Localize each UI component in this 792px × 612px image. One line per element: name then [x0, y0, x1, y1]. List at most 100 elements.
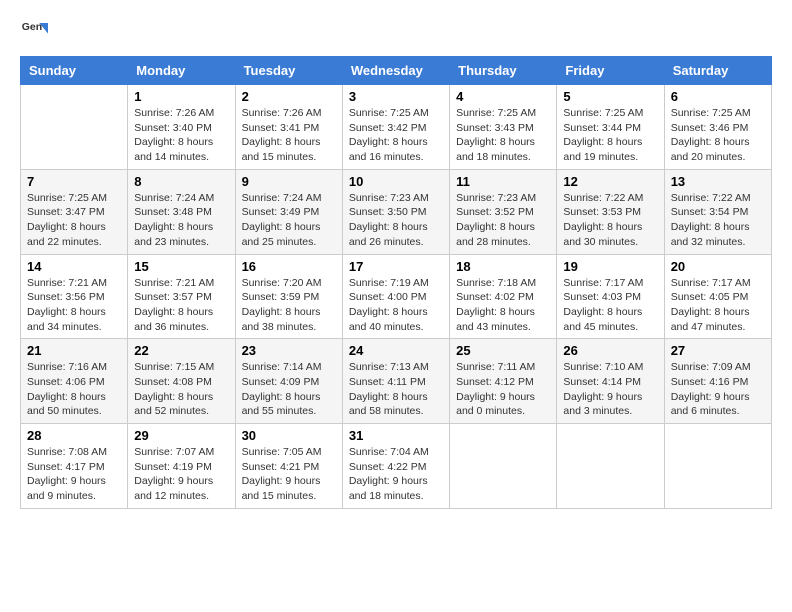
day-info: Sunrise: 7:26 AM Sunset: 3:40 PM Dayligh… [134, 106, 228, 165]
daylight-text: Daylight: 8 hours and 15 minutes. [242, 136, 321, 163]
day-number: 26 [563, 343, 657, 358]
day-number: 28 [27, 428, 121, 443]
calendar-cell: 1 Sunrise: 7:26 AM Sunset: 3:40 PM Dayli… [128, 85, 235, 170]
calendar-cell: 19 Sunrise: 7:17 AM Sunset: 4:03 PM Dayl… [557, 254, 664, 339]
day-info: Sunrise: 7:07 AM Sunset: 4:19 PM Dayligh… [134, 445, 228, 504]
calendar-cell: 8 Sunrise: 7:24 AM Sunset: 3:48 PM Dayli… [128, 169, 235, 254]
day-number: 17 [349, 259, 443, 274]
day-info: Sunrise: 7:17 AM Sunset: 4:05 PM Dayligh… [671, 276, 765, 335]
sunset-text: Sunset: 3:49 PM [242, 206, 320, 218]
calendar-cell: 18 Sunrise: 7:18 AM Sunset: 4:02 PM Dayl… [450, 254, 557, 339]
day-number: 24 [349, 343, 443, 358]
day-number: 8 [134, 174, 228, 189]
day-info: Sunrise: 7:05 AM Sunset: 4:21 PM Dayligh… [242, 445, 336, 504]
day-number: 27 [671, 343, 765, 358]
sunrise-text: Sunrise: 7:15 AM [134, 361, 214, 373]
day-number: 14 [27, 259, 121, 274]
calendar-cell: 29 Sunrise: 7:07 AM Sunset: 4:19 PM Dayl… [128, 424, 235, 509]
sunrise-text: Sunrise: 7:11 AM [456, 361, 535, 373]
calendar-cell: 11 Sunrise: 7:23 AM Sunset: 3:52 PM Dayl… [450, 169, 557, 254]
sunset-text: Sunset: 3:48 PM [134, 206, 212, 218]
sunset-text: Sunset: 4:11 PM [349, 376, 426, 388]
calendar-week-row: 21 Sunrise: 7:16 AM Sunset: 4:06 PM Dayl… [21, 339, 772, 424]
sunset-text: Sunset: 4:06 PM [27, 376, 105, 388]
calendar-cell: 14 Sunrise: 7:21 AM Sunset: 3:56 PM Dayl… [21, 254, 128, 339]
day-info: Sunrise: 7:25 AM Sunset: 3:44 PM Dayligh… [563, 106, 657, 165]
day-number: 31 [349, 428, 443, 443]
day-info: Sunrise: 7:14 AM Sunset: 4:09 PM Dayligh… [242, 360, 336, 419]
calendar-cell [557, 424, 664, 509]
daylight-text: Daylight: 8 hours and 40 minutes. [349, 306, 428, 333]
day-info: Sunrise: 7:25 AM Sunset: 3:43 PM Dayligh… [456, 106, 550, 165]
daylight-text: Daylight: 8 hours and 36 minutes. [134, 306, 213, 333]
sunset-text: Sunset: 3:42 PM [349, 122, 427, 134]
daylight-text: Daylight: 8 hours and 14 minutes. [134, 136, 213, 163]
calendar-cell: 28 Sunrise: 7:08 AM Sunset: 4:17 PM Dayl… [21, 424, 128, 509]
sunset-text: Sunset: 3:59 PM [242, 291, 320, 303]
daylight-text: Daylight: 8 hours and 52 minutes. [134, 391, 213, 418]
day-info: Sunrise: 7:19 AM Sunset: 4:00 PM Dayligh… [349, 276, 443, 335]
sunrise-text: Sunrise: 7:22 AM [563, 192, 643, 204]
sunrise-text: Sunrise: 7:23 AM [349, 192, 429, 204]
day-info: Sunrise: 7:11 AM Sunset: 4:12 PM Dayligh… [456, 360, 550, 419]
day-info: Sunrise: 7:10 AM Sunset: 4:14 PM Dayligh… [563, 360, 657, 419]
weekday-header-tuesday: Tuesday [235, 57, 342, 85]
daylight-text: Daylight: 9 hours and 6 minutes. [671, 391, 750, 418]
daylight-text: Daylight: 8 hours and 43 minutes. [456, 306, 535, 333]
sunset-text: Sunset: 3:53 PM [563, 206, 641, 218]
day-number: 18 [456, 259, 550, 274]
day-info: Sunrise: 7:18 AM Sunset: 4:02 PM Dayligh… [456, 276, 550, 335]
daylight-text: Daylight: 8 hours and 32 minutes. [671, 221, 750, 248]
sunrise-text: Sunrise: 7:20 AM [242, 277, 322, 289]
calendar-cell: 30 Sunrise: 7:05 AM Sunset: 4:21 PM Dayl… [235, 424, 342, 509]
day-number: 29 [134, 428, 228, 443]
calendar-cell: 17 Sunrise: 7:19 AM Sunset: 4:00 PM Dayl… [342, 254, 449, 339]
sunrise-text: Sunrise: 7:25 AM [27, 192, 107, 204]
calendar-cell: 21 Sunrise: 7:16 AM Sunset: 4:06 PM Dayl… [21, 339, 128, 424]
daylight-text: Daylight: 8 hours and 30 minutes. [563, 221, 642, 248]
day-number: 10 [349, 174, 443, 189]
weekday-header-friday: Friday [557, 57, 664, 85]
daylight-text: Daylight: 8 hours and 18 minutes. [456, 136, 535, 163]
sunset-text: Sunset: 4:21 PM [242, 461, 320, 473]
day-number: 2 [242, 89, 336, 104]
sunrise-text: Sunrise: 7:13 AM [349, 361, 429, 373]
sunrise-text: Sunrise: 7:17 AM [671, 277, 751, 289]
day-number: 1 [134, 89, 228, 104]
sunrise-text: Sunrise: 7:24 AM [242, 192, 322, 204]
sunrise-text: Sunrise: 7:23 AM [456, 192, 536, 204]
sunrise-text: Sunrise: 7:24 AM [134, 192, 214, 204]
sunrise-text: Sunrise: 7:14 AM [242, 361, 322, 373]
daylight-text: Daylight: 8 hours and 25 minutes. [242, 221, 321, 248]
day-info: Sunrise: 7:08 AM Sunset: 4:17 PM Dayligh… [27, 445, 121, 504]
day-number: 25 [456, 343, 550, 358]
calendar-cell: 23 Sunrise: 7:14 AM Sunset: 4:09 PM Dayl… [235, 339, 342, 424]
sunset-text: Sunset: 3:40 PM [134, 122, 212, 134]
day-number: 4 [456, 89, 550, 104]
daylight-text: Daylight: 8 hours and 20 minutes. [671, 136, 750, 163]
calendar-cell: 4 Sunrise: 7:25 AM Sunset: 3:43 PM Dayli… [450, 85, 557, 170]
day-info: Sunrise: 7:16 AM Sunset: 4:06 PM Dayligh… [27, 360, 121, 419]
sunrise-text: Sunrise: 7:25 AM [456, 107, 536, 119]
sunrise-text: Sunrise: 7:25 AM [349, 107, 429, 119]
day-info: Sunrise: 7:22 AM Sunset: 3:54 PM Dayligh… [671, 191, 765, 250]
day-number: 30 [242, 428, 336, 443]
calendar-cell: 24 Sunrise: 7:13 AM Sunset: 4:11 PM Dayl… [342, 339, 449, 424]
daylight-text: Daylight: 9 hours and 18 minutes. [349, 475, 428, 502]
sunrise-text: Sunrise: 7:25 AM [671, 107, 751, 119]
sunset-text: Sunset: 3:50 PM [349, 206, 427, 218]
day-number: 7 [27, 174, 121, 189]
sunset-text: Sunset: 4:16 PM [671, 376, 749, 388]
calendar-cell: 3 Sunrise: 7:25 AM Sunset: 3:42 PM Dayli… [342, 85, 449, 170]
sunrise-text: Sunrise: 7:17 AM [563, 277, 643, 289]
sunrise-text: Sunrise: 7:04 AM [349, 446, 429, 458]
calendar-cell: 27 Sunrise: 7:09 AM Sunset: 4:16 PM Dayl… [664, 339, 771, 424]
day-info: Sunrise: 7:13 AM Sunset: 4:11 PM Dayligh… [349, 360, 443, 419]
calendar-cell: 6 Sunrise: 7:25 AM Sunset: 3:46 PM Dayli… [664, 85, 771, 170]
sunset-text: Sunset: 4:03 PM [563, 291, 641, 303]
sunrise-text: Sunrise: 7:19 AM [349, 277, 429, 289]
day-info: Sunrise: 7:20 AM Sunset: 3:59 PM Dayligh… [242, 276, 336, 335]
day-number: 20 [671, 259, 765, 274]
calendar-cell: 22 Sunrise: 7:15 AM Sunset: 4:08 PM Dayl… [128, 339, 235, 424]
sunset-text: Sunset: 3:54 PM [671, 206, 749, 218]
